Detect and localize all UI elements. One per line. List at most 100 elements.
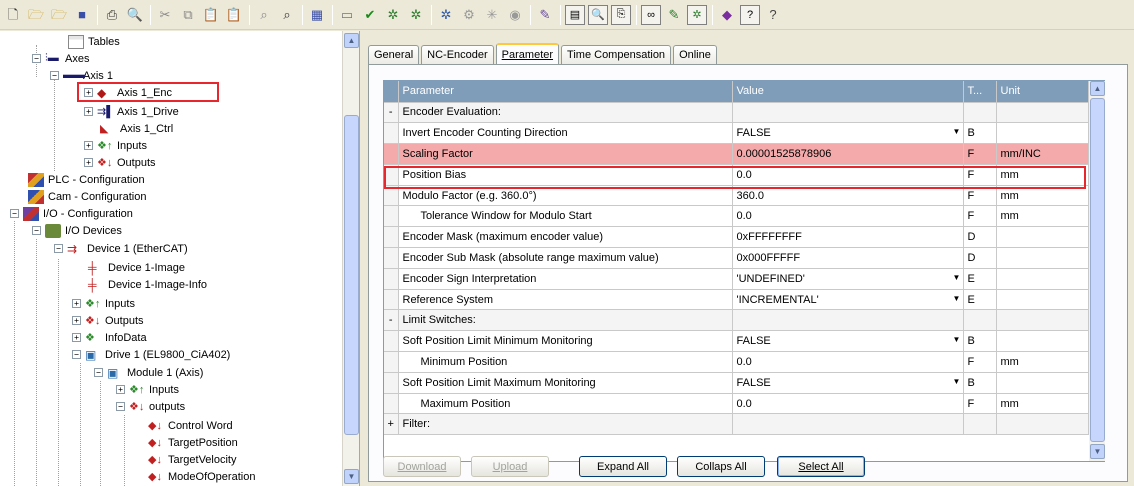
book-icon[interactable]: ✲	[687, 4, 707, 25]
tab-general[interactable]: General	[368, 45, 420, 64]
collapse-icon[interactable]: −	[32, 226, 41, 235]
scroll-up-icon[interactable]: ▲	[1090, 81, 1105, 96]
hex-display-icon[interactable]: ✎	[535, 5, 555, 25]
row-expander[interactable]	[384, 226, 399, 249]
scope-icon[interactable]: ⎘	[611, 4, 631, 25]
tree-item-target-position[interactable]: ◆↓ TargetPosition	[148, 434, 238, 451]
expand-icon[interactable]: +	[84, 141, 93, 150]
expand-icon[interactable]: +	[72, 299, 81, 308]
dropdown-arrow-icon[interactable]: ▼	[952, 335, 962, 344]
expand-icon[interactable]: +	[72, 333, 81, 342]
parameter-row[interactable]: Encoder Mask (maximum encoder value) 0xFF…	[384, 226, 1089, 249]
value-cell[interactable]: 0.0	[732, 205, 964, 228]
tree-item-control-word[interactable]: ◆↓ Control Word	[148, 417, 233, 434]
tree-item-axis-1-ctrl[interactable]: ◣ Axis 1_Ctrl	[100, 120, 173, 137]
value-cell[interactable]: 0xFFFFFFFF	[732, 226, 964, 249]
row-expander[interactable]	[384, 268, 399, 290]
select-all-button[interactable]: Select All	[777, 456, 865, 477]
header-type[interactable]: T...	[963, 81, 997, 103]
check-config-icon[interactable]: ✲	[406, 5, 426, 25]
parameter-row[interactable]: Minimum Position 0.0 Fmm	[384, 351, 1089, 373]
value-cell[interactable]: 0x000FFFFF	[732, 247, 964, 269]
parameter-row[interactable]: Encoder Sub Mask (absolute range maximum…	[384, 247, 1089, 269]
value-cell[interactable]: 0.0	[732, 351, 964, 373]
parameter-row[interactable]: Soft Position Limit Maximum Monitoring FA…	[384, 372, 1089, 394]
collapse-icon[interactable]: −	[72, 350, 81, 359]
parameter-row[interactable]: Encoder Sign Interpretation 'UNDEFINED' ▼ E	[384, 268, 1089, 290]
row-expander[interactable]	[384, 289, 399, 311]
new-file-icon[interactable]: 🗋	[3, 5, 23, 25]
collapse-icon[interactable]: −	[94, 368, 103, 377]
dropdown-arrow-icon[interactable]: ▼	[952, 127, 962, 136]
toggle-freerun-icon[interactable]: ⚙	[459, 5, 479, 25]
value-cell[interactable]	[732, 309, 964, 332]
grid-scrollbar[interactable]: ▲ ▼	[1089, 81, 1105, 461]
tree-item-plc-configuration[interactable]: PLC - Configuration	[28, 171, 145, 188]
parameter-row[interactable]: Maximum Position 0.0 Fmm	[384, 393, 1089, 415]
find-icon[interactable]: ⌕	[254, 5, 274, 25]
parameter-row[interactable]: - Encoder Evaluation:	[384, 102, 1089, 124]
tree-item-io-devices[interactable]: − I/O Devices	[32, 222, 122, 239]
tree-item-tables[interactable]: Tables	[68, 33, 120, 50]
tree-item-mode-of-operation[interactable]: ◆↓ ModeOfOperation	[148, 468, 255, 485]
value-cell[interactable]: FALSE ▼	[732, 372, 964, 394]
dropdown-arrow-icon[interactable]: ▼	[952, 273, 962, 282]
print-icon[interactable]: ⎙	[102, 5, 122, 25]
help-icon[interactable]: ◆	[717, 5, 737, 25]
tab-nc-encoder[interactable]: NC-Encoder	[421, 45, 494, 64]
cut-icon[interactable]: ✂	[155, 5, 175, 25]
expand-icon[interactable]: +	[84, 107, 93, 116]
find-next-icon[interactable]: ⌕	[277, 5, 297, 25]
zoom-icon[interactable]: ▤	[565, 4, 585, 25]
row-expander[interactable]: +	[384, 413, 399, 436]
tree-item-axis-1-drive[interactable]: + ⇉▌ Axis 1_Drive	[84, 103, 179, 120]
row-expander[interactable]	[384, 393, 399, 415]
tab-time-compensation[interactable]: Time Compensation	[561, 45, 672, 64]
tree-item-cam-configuration[interactable]: Cam - Configuration	[28, 188, 146, 205]
collapse-icon[interactable]: −	[50, 71, 59, 80]
value-cell[interactable]	[732, 102, 964, 124]
value-cell[interactable]: FALSE ▼	[732, 330, 964, 353]
header-parameter[interactable]: Parameter	[398, 81, 733, 103]
parameter-row[interactable]: Scaling Factor 0.00001525878906 Fmm/INC	[384, 143, 1089, 165]
tree-item-outputs[interactable]: + ❖↓ Outputs	[84, 154, 156, 171]
activate-config-icon[interactable]: ✔	[360, 5, 380, 25]
upload-button[interactable]: Upload	[471, 456, 549, 477]
row-expander[interactable]	[384, 351, 399, 373]
tree-scrollbar[interactable]: ▲ ▼	[342, 31, 359, 486]
collaps-all-button[interactable]: Collaps All	[677, 456, 765, 477]
tree-item-device-1-ethercat[interactable]: − ⇉ Device 1 (EtherCAT)	[54, 240, 188, 257]
tab-parameter[interactable]: Parameter	[495, 43, 560, 64]
tree-item-target-velocity[interactable]: ◆↓ TargetVelocity	[148, 451, 236, 468]
tree-item-axes[interactable]: − ⫶▬ Axes	[32, 50, 89, 67]
tree-item-outputs-module[interactable]: − ❖↓ outputs	[116, 398, 185, 415]
value-cell[interactable]	[732, 413, 964, 436]
value-cell[interactable]: 'INCREMENTAL' ▼	[732, 289, 964, 311]
tree-item-module-1[interactable]: − ▣ Module 1 (Axis)	[94, 364, 203, 381]
set-run-mode-icon[interactable]: ✲	[383, 5, 403, 25]
tree-item-infodata[interactable]: + ❖ InfoData	[72, 329, 147, 346]
value-cell[interactable]: 0.00001525878906	[732, 143, 964, 165]
scroll-down-icon[interactable]: ▼	[344, 469, 359, 484]
parameter-row[interactable]: Soft Position Limit Minimum Monitoring FA…	[384, 330, 1089, 353]
row-expander[interactable]	[384, 122, 399, 145]
row-expander[interactable]	[384, 372, 399, 394]
dropdown-arrow-icon[interactable]: ▼	[952, 294, 962, 303]
collapse-icon[interactable]: −	[116, 402, 125, 411]
row-expander[interactable]: -	[384, 309, 399, 332]
tree-item-device-1-image[interactable]: ╪ Device 1-Image	[88, 259, 185, 276]
tree-item-inputs[interactable]: + ❖↑ Inputs	[116, 381, 179, 398]
expand-icon[interactable]: +	[84, 158, 93, 167]
expand-icon[interactable]: +	[116, 385, 125, 394]
scroll-thumb[interactable]	[344, 115, 359, 435]
save-icon[interactable]: ■	[72, 5, 92, 25]
scan-devices-icon[interactable]: ✲	[436, 5, 456, 25]
paste-icon[interactable]: 📋	[201, 5, 221, 25]
tree-item-inputs[interactable]: + ❖↑ Inputs	[84, 137, 147, 154]
header-unit[interactable]: Unit	[996, 81, 1089, 103]
tab-online[interactable]: Online	[673, 45, 717, 64]
value-cell[interactable]: 0.0	[732, 393, 964, 415]
collapse-icon[interactable]: −	[32, 54, 41, 63]
whats-this-icon[interactable]: ?	[763, 5, 783, 25]
expand-all-button[interactable]: Expand All	[579, 456, 667, 477]
